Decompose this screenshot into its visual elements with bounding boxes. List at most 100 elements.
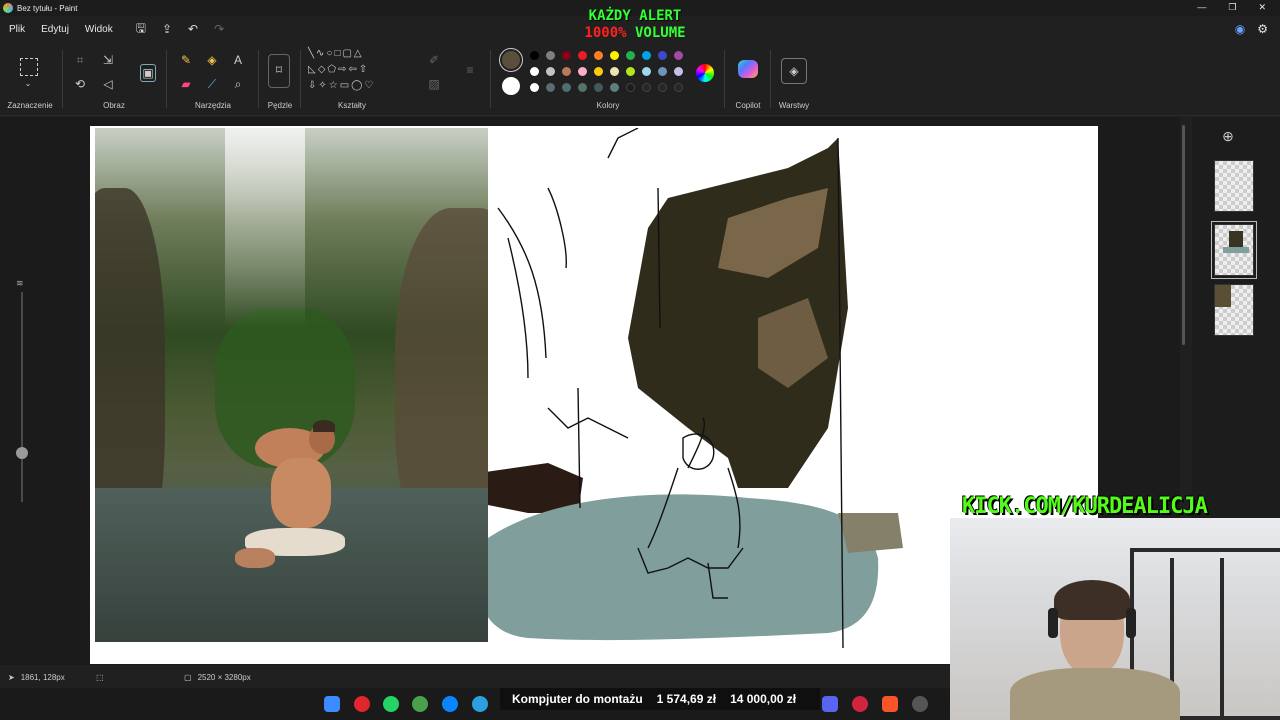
maximize-button[interactable]: ❐	[1228, 0, 1236, 14]
crop-icon[interactable]: ⌗	[72, 52, 88, 68]
pencil-icon[interactable]: ✎	[178, 52, 194, 68]
resize-icon[interactable]: ⇲	[100, 52, 116, 68]
layer-thumbnail-1[interactable]	[1214, 160, 1254, 212]
color-swatch[interactable]	[530, 83, 539, 92]
group-label: Kolory	[596, 101, 620, 110]
color-swatch[interactable]	[658, 83, 667, 92]
shapes-row1-icons[interactable]: ╲∿○□▢△	[308, 46, 418, 62]
color-swatch[interactable]	[610, 83, 619, 92]
settings-gear-icon[interactable]: ⚙	[1257, 22, 1268, 36]
share-icon[interactable]: ⇪	[162, 22, 172, 36]
alert-volume-word: VOLUME	[635, 25, 686, 41]
color-swatch[interactable]	[674, 51, 683, 60]
account-icon[interactable]: ◉	[1235, 22, 1245, 36]
app-icon-gray[interactable]	[912, 696, 928, 712]
close-button[interactable]: ✕	[1258, 0, 1266, 14]
messenger-icon[interactable]	[442, 696, 458, 712]
undo-icon[interactable]: ↶	[188, 22, 198, 36]
alert-line2: 1000% VOLUME	[540, 25, 730, 42]
eraser-icon[interactable]: ▰	[178, 76, 194, 92]
sketch-drawing	[488, 128, 903, 649]
color-swatch[interactable]	[642, 83, 651, 92]
color-swatch[interactable]	[530, 51, 539, 60]
donation-goal-ticker: Kompjuter do montażu 1 574,69 zł 14 000,…	[500, 688, 820, 710]
group-copilot: Copilot	[726, 42, 770, 116]
window-title: Bez tytułu - Paint	[17, 3, 78, 13]
group-label: Zaznaczenie	[7, 101, 53, 110]
brush-icon[interactable]: ⌑	[268, 54, 290, 88]
minimize-button[interactable]: —	[1197, 0, 1206, 14]
color-swatch[interactable]	[530, 67, 539, 76]
secondary-color-swatch[interactable]	[502, 77, 520, 95]
save-icon[interactable]: 🖫	[136, 19, 146, 40]
discord-icon[interactable]	[822, 696, 838, 712]
brush-size-icon[interactable]: ≡	[462, 62, 478, 78]
menu-edit[interactable]: Edytuj	[41, 24, 69, 35]
menu-view[interactable]: Widok	[85, 24, 113, 35]
color-swatch[interactable]	[658, 67, 667, 76]
color-swatch[interactable]	[546, 51, 555, 60]
color-swatch[interactable]	[658, 51, 667, 60]
whatsapp-icon[interactable]	[383, 696, 399, 712]
cursor-position-text: 1861, 128px	[20, 672, 65, 682]
opera-icon[interactable]	[354, 696, 370, 712]
color-swatch[interactable]	[642, 51, 651, 60]
text-tool-icon[interactable]: A	[230, 52, 246, 68]
color-swatch[interactable]	[674, 83, 683, 92]
brave-icon[interactable]	[882, 696, 898, 712]
magnifier-icon[interactable]: ⌕	[230, 76, 246, 92]
chevron-down-icon[interactable]: ⌄	[20, 76, 36, 92]
shapes-row2-icons[interactable]: ◺◇⬠⇨⇦⇧	[308, 62, 418, 78]
goal-label: Kompjuter do montażu	[512, 692, 643, 706]
color-swatch[interactable]	[594, 51, 603, 60]
start-icon[interactable]	[324, 696, 340, 712]
flip-icon[interactable]: ◁	[100, 76, 116, 92]
telegram-icon[interactable]	[472, 696, 488, 712]
image-select-icon[interactable]: ▣	[140, 64, 156, 82]
color-picker-icon[interactable]: ⟋	[204, 76, 220, 92]
zoom-track[interactable]	[21, 292, 23, 502]
vivaldi-icon[interactable]	[852, 696, 868, 712]
divider	[300, 50, 301, 108]
select-rect-icon[interactable]	[20, 58, 38, 76]
edit-colors-icon[interactable]	[696, 64, 714, 82]
color-swatch[interactable]	[546, 83, 555, 92]
menu-file[interactable]: Plik	[9, 24, 25, 35]
zoom-slider[interactable]: ≋	[12, 272, 32, 502]
color-swatch[interactable]	[674, 67, 683, 76]
app-icon-green[interactable]	[412, 696, 428, 712]
rotate-icon[interactable]: ⟲	[72, 76, 88, 92]
outline-icon[interactable]: ✐	[426, 52, 442, 68]
canvas-size-text: 2520 × 3280px	[197, 672, 251, 682]
add-layer-icon[interactable]: ⊕	[1221, 129, 1235, 143]
layers-icon[interactable]: ◈	[781, 58, 807, 84]
color-swatch[interactable]	[546, 67, 555, 76]
group-layers: ◈ Warstwy	[772, 42, 816, 116]
color-swatch[interactable]	[578, 67, 587, 76]
color-swatch[interactable]	[562, 67, 571, 76]
layer-thumbnail-2[interactable]	[1211, 221, 1257, 279]
color-swatch[interactable]	[626, 67, 635, 76]
zoom-knob[interactable]	[16, 447, 28, 459]
redo-icon[interactable]: ↷	[214, 22, 224, 36]
copilot-icon[interactable]	[738, 60, 758, 78]
group-shapes: ╲∿○□▢△ ◺◇⬠⇨⇦⇧ ⇩✧☆▭◯♡ ✐ ▨ ≡ Kształty	[302, 42, 492, 116]
scrollbar-thumb[interactable]	[1182, 125, 1185, 345]
color-swatch[interactable]	[594, 83, 603, 92]
color-swatch[interactable]	[578, 51, 587, 60]
color-swatch[interactable]	[642, 67, 651, 76]
color-swatch[interactable]	[610, 67, 619, 76]
color-swatch[interactable]	[626, 83, 635, 92]
color-swatch[interactable]	[626, 51, 635, 60]
color-swatch[interactable]	[610, 51, 619, 60]
shape-fill-icon[interactable]: ▨	[426, 76, 442, 92]
color-swatch[interactable]	[578, 83, 587, 92]
layer-thumbnail-3[interactable]	[1214, 284, 1254, 336]
current-color-swatch[interactable]	[499, 48, 523, 72]
color-swatch[interactable]	[562, 83, 571, 92]
color-swatch[interactable]	[594, 67, 603, 76]
shapes-row3-icons[interactable]: ⇩✧☆▭◯♡	[308, 78, 418, 94]
fill-bucket-icon[interactable]: ◈	[204, 52, 220, 68]
color-swatch[interactable]	[562, 51, 571, 60]
group-label: Copilot	[735, 101, 761, 110]
